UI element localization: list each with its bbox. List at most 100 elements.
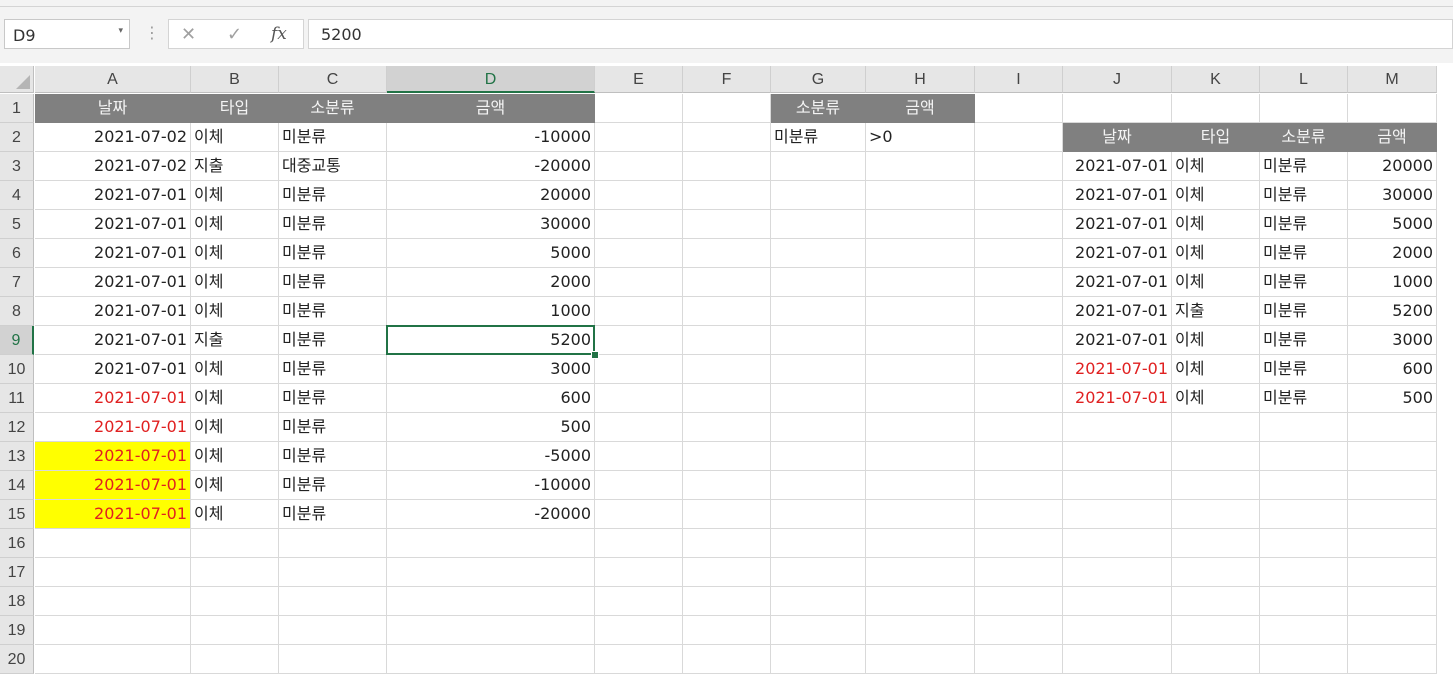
cancel-icon[interactable]: ✕ (181, 24, 196, 45)
cell-l18[interactable] (1260, 587, 1348, 616)
cell-a14[interactable]: 2021-07-01 (35, 471, 191, 500)
cell-c20[interactable] (279, 645, 387, 674)
cell-h8[interactable] (866, 297, 975, 326)
cell-i9[interactable] (975, 326, 1063, 355)
cell-f10[interactable] (683, 355, 771, 384)
cell-k2[interactable]: 타입 (1172, 123, 1260, 152)
cell-a17[interactable] (35, 558, 191, 587)
cell-k10[interactable]: 이체 (1172, 355, 1260, 384)
row-header-10[interactable]: 10 (0, 355, 34, 384)
cell-e6[interactable] (595, 239, 683, 268)
cell-j7[interactable]: 2021-07-01 (1063, 268, 1172, 297)
cell-e1[interactable] (595, 94, 683, 123)
cell-g12[interactable] (771, 413, 866, 442)
cell-a2[interactable]: 2021-07-02 (35, 123, 191, 152)
cell-h16[interactable] (866, 529, 975, 558)
cell-i12[interactable] (975, 413, 1063, 442)
cell-b18[interactable] (191, 587, 279, 616)
cell-m1[interactable] (1348, 94, 1437, 123)
cell-k11[interactable]: 이체 (1172, 384, 1260, 413)
insert-function-icon[interactable]: fx (271, 24, 287, 44)
cell-l8[interactable]: 미분류 (1260, 297, 1348, 326)
cell-g5[interactable] (771, 210, 866, 239)
cell-i14[interactable] (975, 471, 1063, 500)
cell-l19[interactable] (1260, 616, 1348, 645)
cell-b3[interactable]: 지출 (191, 152, 279, 181)
cell-a8[interactable]: 2021-07-01 (35, 297, 191, 326)
cell-k17[interactable] (1172, 558, 1260, 587)
cell-b19[interactable] (191, 616, 279, 645)
column-header-i[interactable]: I (975, 66, 1063, 93)
cell-m11[interactable]: 500 (1348, 384, 1437, 413)
cell-l15[interactable] (1260, 500, 1348, 529)
cell-h18[interactable] (866, 587, 975, 616)
cell-e14[interactable] (595, 471, 683, 500)
cell-b8[interactable]: 이체 (191, 297, 279, 326)
cell-f18[interactable] (683, 587, 771, 616)
cell-l3[interactable]: 미분류 (1260, 152, 1348, 181)
cell-i10[interactable] (975, 355, 1063, 384)
column-header-d[interactable]: D (387, 66, 595, 93)
cell-g4[interactable] (771, 181, 866, 210)
cell-d18[interactable] (387, 587, 595, 616)
row-header-18[interactable]: 18 (0, 587, 34, 616)
cell-l10[interactable]: 미분류 (1260, 355, 1348, 384)
cell-i3[interactable] (975, 152, 1063, 181)
cell-d10[interactable]: 3000 (387, 355, 595, 384)
cell-d20[interactable] (387, 645, 595, 674)
cell-b20[interactable] (191, 645, 279, 674)
cell-l4[interactable]: 미분류 (1260, 181, 1348, 210)
cell-f1[interactable] (683, 94, 771, 123)
cell-a18[interactable] (35, 587, 191, 616)
cell-h19[interactable] (866, 616, 975, 645)
cell-b10[interactable]: 이체 (191, 355, 279, 384)
cell-i11[interactable] (975, 384, 1063, 413)
cell-k18[interactable] (1172, 587, 1260, 616)
cell-d7[interactable]: 2000 (387, 268, 595, 297)
cell-h9[interactable] (866, 326, 975, 355)
cell-d6[interactable]: 5000 (387, 239, 595, 268)
cell-d4[interactable]: 20000 (387, 181, 595, 210)
cell-g8[interactable] (771, 297, 866, 326)
cell-j5[interactable]: 2021-07-01 (1063, 210, 1172, 239)
cell-c3[interactable]: 대중교통 (279, 152, 387, 181)
cell-d2[interactable]: -10000 (387, 123, 595, 152)
cell-c9[interactable]: 미분류 (279, 326, 387, 355)
column-header-j[interactable]: J (1063, 66, 1172, 93)
row-header-16[interactable]: 16 (0, 529, 34, 558)
cell-h10[interactable] (866, 355, 975, 384)
cell-a15[interactable]: 2021-07-01 (35, 500, 191, 529)
cell-d17[interactable] (387, 558, 595, 587)
cell-a16[interactable] (35, 529, 191, 558)
cell-e18[interactable] (595, 587, 683, 616)
cell-a3[interactable]: 2021-07-02 (35, 152, 191, 181)
column-header-k[interactable]: K (1172, 66, 1260, 93)
row-header-15[interactable]: 15 (0, 500, 34, 529)
cell-j6[interactable]: 2021-07-01 (1063, 239, 1172, 268)
cell-l5[interactable]: 미분류 (1260, 210, 1348, 239)
cell-b11[interactable]: 이체 (191, 384, 279, 413)
row-header-12[interactable]: 12 (0, 413, 34, 442)
cell-f15[interactable] (683, 500, 771, 529)
cell-m17[interactable] (1348, 558, 1437, 587)
cell-a4[interactable]: 2021-07-01 (35, 181, 191, 210)
cell-b16[interactable] (191, 529, 279, 558)
cell-d15[interactable]: -20000 (387, 500, 595, 529)
cell-h1[interactable]: 금액 (866, 94, 975, 123)
cell-j10[interactable]: 2021-07-01 (1063, 355, 1172, 384)
column-header-g[interactable]: G (771, 66, 866, 93)
cell-h15[interactable] (866, 500, 975, 529)
cell-e13[interactable] (595, 442, 683, 471)
cell-j17[interactable] (1063, 558, 1172, 587)
cell-a11[interactable]: 2021-07-01 (35, 384, 191, 413)
cell-f12[interactable] (683, 413, 771, 442)
cell-d19[interactable] (387, 616, 595, 645)
cell-g17[interactable] (771, 558, 866, 587)
cell-a7[interactable]: 2021-07-01 (35, 268, 191, 297)
cell-i16[interactable] (975, 529, 1063, 558)
cell-d12[interactable]: 500 (387, 413, 595, 442)
row-header-7[interactable]: 7 (0, 268, 34, 297)
cell-g1[interactable]: 소분류 (771, 94, 866, 123)
cell-i8[interactable] (975, 297, 1063, 326)
cell-g13[interactable] (771, 442, 866, 471)
